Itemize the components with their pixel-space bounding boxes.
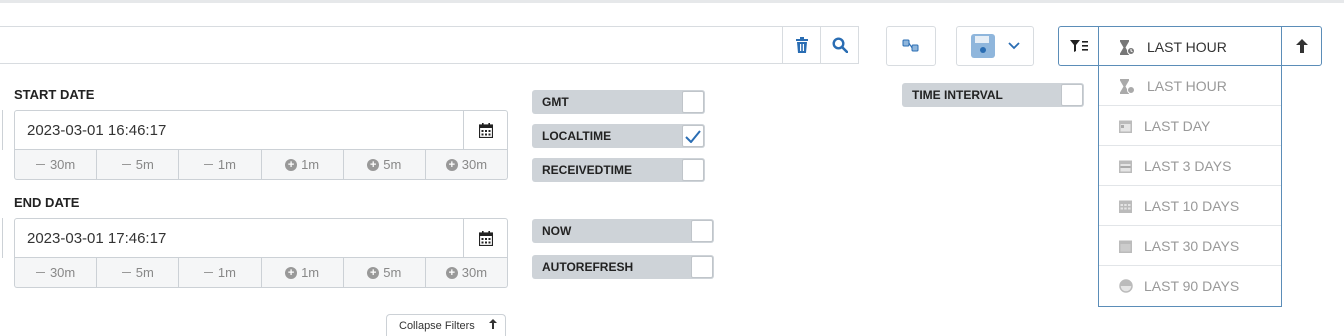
range-option-label: LAST DAY [1144, 118, 1211, 134]
range-option-last-30-days[interactable]: LAST 30 DAYS [1099, 226, 1281, 266]
range-options-list: LAST HOUR LAST DAY LAST 3 DAYS LAST 10 D… [1098, 66, 1282, 307]
localtime-toggle[interactable]: LOCALTIME [532, 124, 705, 148]
prev-field-edge [0, 218, 3, 258]
save-menu-button[interactable] [956, 26, 1034, 66]
range-selected-value: LAST HOUR [1147, 39, 1227, 55]
now-label: NOW [542, 224, 572, 238]
range-option-last-90-days[interactable]: LAST 90 DAYS [1099, 266, 1281, 306]
range-option-label: LAST 10 DAYS [1144, 198, 1240, 214]
plus-circle-icon: + [367, 266, 380, 279]
calendar-icon [478, 230, 493, 246]
clear-button[interactable] [782, 26, 820, 64]
range-option-last-3-days[interactable]: LAST 3 DAYS [1099, 146, 1281, 186]
localtime-label: LOCALTIME [542, 129, 612, 143]
hourglass-clock-icon [1120, 79, 1135, 94]
minus-icon [121, 271, 131, 274]
half-circle-icon [1119, 279, 1133, 293]
range-select[interactable]: LAST HOUR [1098, 26, 1282, 66]
arrow-up-icon [1295, 39, 1308, 53]
hourglass-clock-icon [1120, 40, 1135, 55]
sort-up-button[interactable] [1281, 26, 1322, 66]
search-icon [831, 37, 848, 53]
time-interval-checkbox[interactable] [1061, 84, 1083, 106]
range-option-last-10-days[interactable]: LAST 10 DAYS [1099, 186, 1281, 226]
start-plus-30m-button[interactable]: +30m [426, 150, 507, 179]
start-minus-5m-button[interactable]: 5m [97, 150, 180, 179]
calendar-week-icon [1119, 160, 1132, 173]
range-option-last-hour[interactable]: LAST HOUR [1099, 66, 1281, 106]
start-minus-1m-button[interactable]: 1m [179, 150, 262, 179]
range-option-label: LAST HOUR [1147, 78, 1227, 94]
time-interval-toggle[interactable]: TIME INTERVAL [902, 83, 1084, 107]
minus-icon [203, 163, 213, 166]
time-interval-label: TIME INTERVAL [912, 88, 1003, 102]
start-calendar-button[interactable] [463, 111, 507, 149]
end-plus-5m-button[interactable]: +5m [344, 258, 426, 287]
start-step-buttons: 30m 5m 1m +1m +5m +30m [14, 150, 508, 180]
range-option-label: LAST 30 DAYS [1144, 238, 1240, 254]
range-option-label: LAST 3 DAYS [1144, 158, 1232, 174]
start-minus-30m-button[interactable]: 30m [15, 150, 98, 179]
end-date-field[interactable]: 2023-03-01 17:46:17 [14, 218, 508, 258]
prev-field-edge [0, 110, 3, 150]
end-date-value: 2023-03-01 17:46:17 [27, 230, 167, 247]
start-plus-5m-button[interactable]: +5m [344, 150, 426, 179]
end-minus-1m-button[interactable]: 1m [179, 258, 262, 287]
link-nodes-icon [902, 39, 919, 52]
calendar-grid-icon [1119, 200, 1132, 213]
calendar-month-icon [1119, 240, 1132, 253]
autorefresh-label: AUTOREFRESH [542, 260, 634, 274]
calendar-icon [478, 122, 493, 138]
filter-list-icon [1070, 40, 1088, 52]
collapse-filters-label: Collapse Filters [399, 319, 475, 332]
trash-icon [795, 37, 808, 53]
end-step-buttons: 30m 5m 1m +1m +5m +30m [14, 258, 508, 288]
start-date-field[interactable]: 2023-03-01 16:46:17 [14, 110, 508, 150]
save-icon [971, 34, 995, 58]
range-option-label: LAST 90 DAYS [1144, 278, 1240, 294]
gmt-checkbox[interactable] [682, 91, 704, 113]
range-option-last-day[interactable]: LAST DAY [1099, 106, 1281, 146]
search-button[interactable] [820, 26, 858, 64]
calendar-day-icon [1119, 120, 1132, 133]
now-checkbox[interactable] [691, 220, 713, 242]
gmt-toggle[interactable]: GMT [532, 90, 705, 114]
start-date-value: 2023-03-01 16:46:17 [27, 122, 167, 139]
plus-circle-icon: + [445, 266, 458, 279]
search-input[interactable] [0, 26, 859, 64]
top-divider [0, 0, 1344, 3]
arrow-up-icon [489, 319, 497, 329]
end-minus-5m-button[interactable]: 5m [97, 258, 180, 287]
plus-circle-icon: + [367, 158, 380, 171]
autorefresh-checkbox[interactable] [691, 256, 713, 278]
collapse-filters-button[interactable]: Collapse Filters [386, 314, 506, 336]
minus-icon [203, 271, 213, 274]
receivedtime-label: RECEIVEDTIME [542, 163, 633, 177]
start-plus-1m-button[interactable]: +1m [262, 150, 344, 179]
minus-icon [35, 163, 45, 166]
end-date-label: END DATE [14, 195, 80, 210]
minus-icon [121, 163, 131, 166]
gmt-label: GMT [542, 95, 569, 109]
end-plus-1m-button[interactable]: +1m [262, 258, 344, 287]
now-toggle[interactable]: NOW [532, 219, 714, 243]
end-plus-30m-button[interactable]: +30m [426, 258, 507, 287]
start-date-label: START DATE [14, 87, 95, 102]
link-button[interactable] [886, 26, 936, 66]
localtime-checkbox[interactable] [682, 125, 704, 147]
receivedtime-toggle[interactable]: RECEIVEDTIME [532, 158, 705, 182]
checkmark-icon [685, 129, 701, 143]
end-minus-30m-button[interactable]: 30m [15, 258, 98, 287]
plus-circle-icon: + [285, 158, 298, 171]
autorefresh-toggle[interactable]: AUTOREFRESH [532, 255, 714, 279]
end-calendar-button[interactable] [463, 219, 507, 257]
plus-circle-icon: + [445, 158, 458, 171]
plus-circle-icon: + [285, 266, 298, 279]
chevron-down-icon [1008, 42, 1020, 50]
filter-button[interactable] [1058, 26, 1099, 66]
minus-icon [35, 271, 45, 274]
receivedtime-checkbox[interactable] [682, 159, 704, 181]
